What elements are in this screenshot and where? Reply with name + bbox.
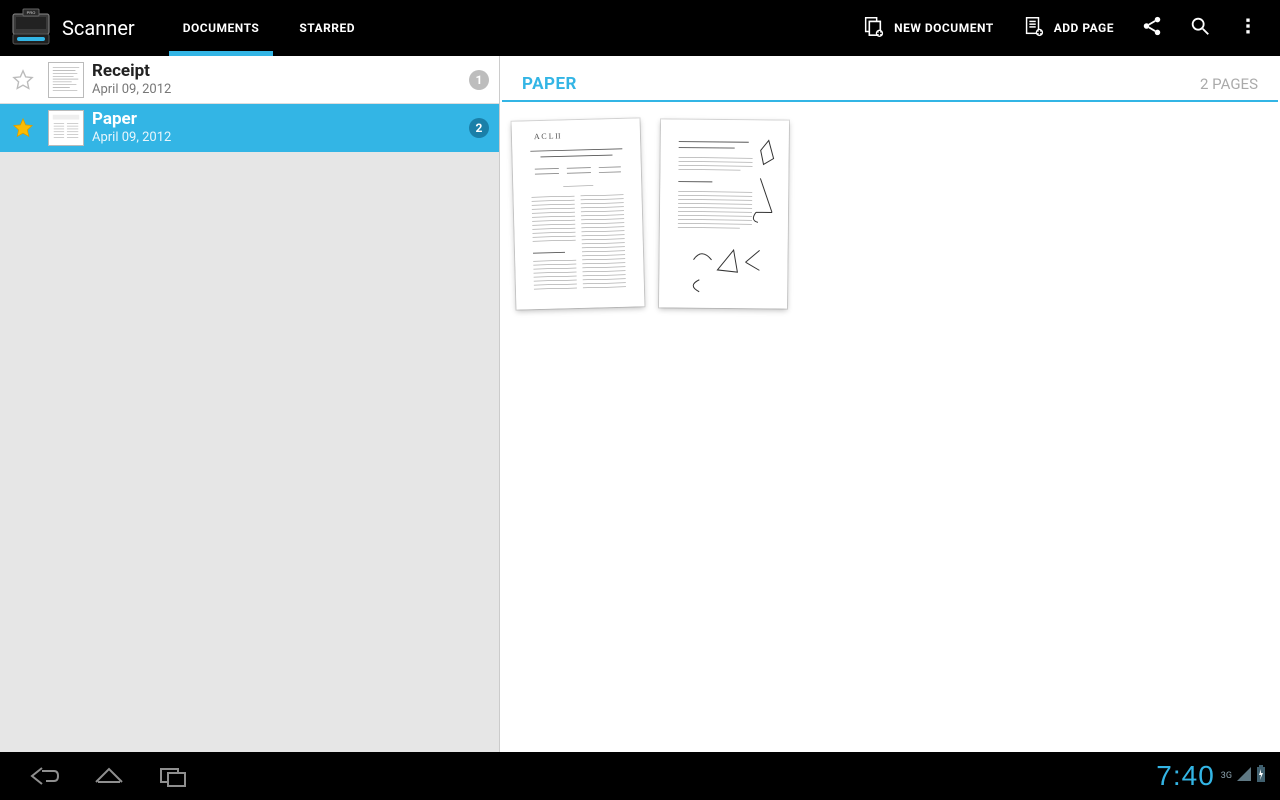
page-grid: A C L II [500,102,1280,326]
search-button[interactable] [1176,0,1224,56]
page-thumbnail-2[interactable] [659,119,789,308]
svg-text:A C L II: A C L II [534,131,561,141]
star-outline-icon [12,69,34,91]
share-button[interactable] [1128,0,1176,56]
add-page-icon [1022,15,1044,41]
system-nav-bar: 7:40 3G [0,752,1280,800]
document-date: April 09, 2012 [92,130,461,145]
document-title: Paper [92,110,461,129]
page-count-badge: 1 [469,70,489,90]
back-button[interactable] [26,762,64,790]
search-icon [1189,15,1211,41]
content-area: Receipt April 09, 2012 1 [0,56,1280,752]
tab-starred[interactable]: STARRED [279,0,375,56]
tab-documents[interactable]: DOCUMENTS [163,0,280,56]
add-page-button[interactable]: ADD PAGE [1008,0,1128,56]
detail-title: PAPER [522,74,577,94]
tab-label: STARRED [299,21,355,35]
svg-text:PRO: PRO [27,10,36,15]
action-bar: PRO Scanner DOCUMENTS STARRED NEW DOCUME… [0,0,1280,56]
home-button[interactable] [90,762,128,790]
document-thumbnail [48,62,84,98]
star-filled-icon [12,117,34,139]
document-row-receipt[interactable]: Receipt April 09, 2012 1 [0,56,499,104]
app-icon: PRO [10,8,52,48]
document-thumbnail [48,110,84,146]
status-clock[interactable]: 7:40 [1156,760,1215,792]
document-meta: Receipt April 09, 2012 [92,62,461,97]
star-toggle[interactable] [6,117,40,139]
back-icon [28,764,62,788]
network-label: 3G [1221,772,1232,781]
page-thumbnail-1[interactable]: A C L II [512,118,645,309]
document-meta: Paper April 09, 2012 [92,110,461,145]
recent-apps-button[interactable] [154,762,192,790]
action-label: ADD PAGE [1054,21,1114,35]
page-count-badge: 2 [469,118,489,138]
app-title: Scanner [62,16,135,40]
signal-icon [1236,766,1252,786]
document-title: Receipt [92,62,461,81]
overflow-menu-button[interactable] [1224,0,1272,56]
document-list: Receipt April 09, 2012 1 [0,56,500,752]
tabs: DOCUMENTS STARRED [163,0,375,56]
detail-page-count: 2 PAGES [1200,75,1258,93]
detail-pane: PAPER 2 PAGES A C L II [500,56,1280,752]
share-icon [1141,15,1163,41]
new-document-button[interactable]: NEW DOCUMENT [848,0,1008,56]
detail-header: PAPER 2 PAGES [502,56,1278,102]
action-label: NEW DOCUMENT [894,21,994,35]
document-date: April 09, 2012 [92,82,461,97]
status-tray[interactable]: 3G [1221,765,1266,787]
recent-apps-icon [156,764,190,788]
home-icon [92,764,126,788]
battery-icon [1256,765,1266,787]
overflow-menu-icon [1238,16,1258,40]
document-row-paper[interactable]: Paper April 09, 2012 2 [0,104,499,152]
tab-label: DOCUMENTS [183,21,260,35]
new-document-icon [862,15,884,41]
star-toggle[interactable] [6,69,40,91]
